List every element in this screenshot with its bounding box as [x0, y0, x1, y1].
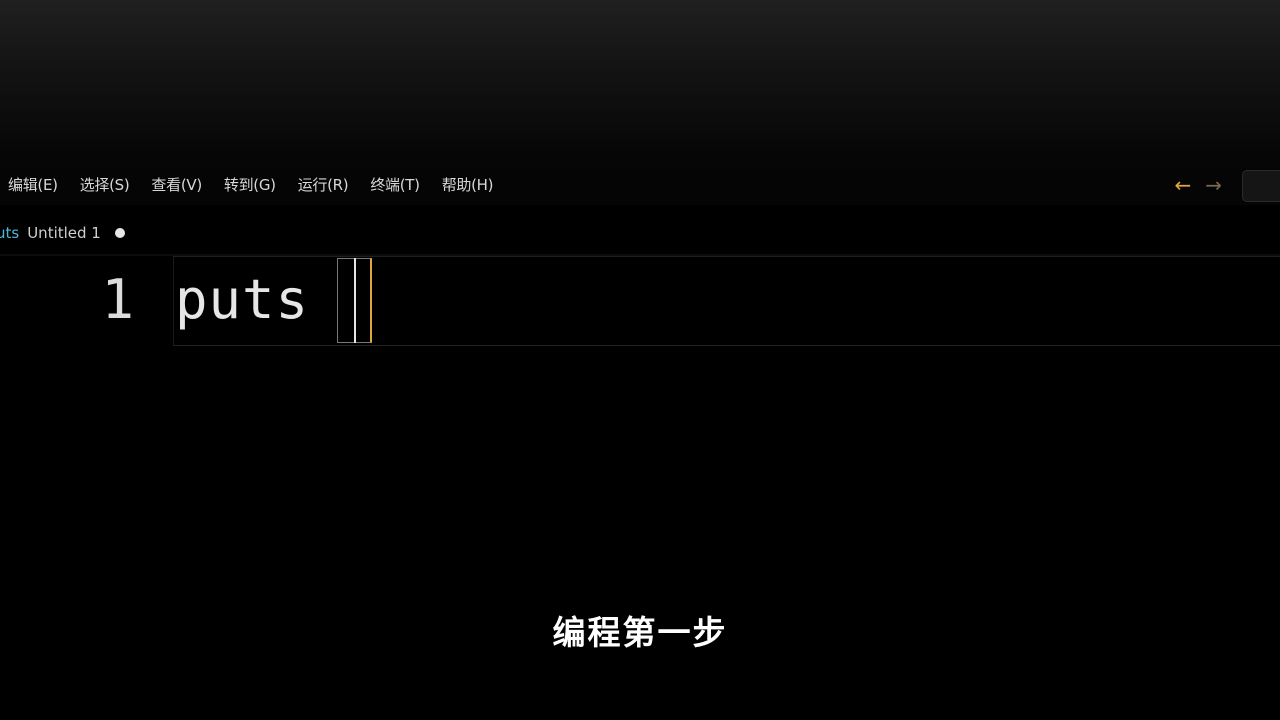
menu-view[interactable]: 查看(V)	[151, 165, 202, 205]
menu-run[interactable]: 运行(R)	[298, 165, 349, 205]
dot-icon[interactable]	[114, 228, 125, 238]
menu-items: 编辑(E) 选择(S) 查看(V) 转到(G) 运行(R) 终端(T) 帮助(H…	[8, 165, 515, 205]
menu-go[interactable]: 转到(G)	[224, 165, 276, 205]
code-line-text[interactable]: puts	[175, 270, 343, 330]
menu-help[interactable]: 帮助(H)	[442, 165, 494, 205]
tab-bar: uts Untitled 1	[0, 212, 1280, 254]
line-number: 1	[101, 268, 134, 331]
menu-bar: 编辑(E) 选择(S) 查看(V) 转到(G) 运行(R) 终端(T) 帮助(H…	[0, 165, 1280, 205]
menu-edit[interactable]: 编辑(E)	[8, 165, 58, 205]
arrow-left-icon[interactable]: ←	[1174, 165, 1191, 205]
navigation-arrows: ← →	[1160, 165, 1222, 205]
text-cursor	[354, 258, 356, 343]
arrow-right-icon[interactable]: →	[1205, 165, 1222, 205]
screen: 编辑(E) 选择(S) 查看(V) 转到(G) 运行(R) 终端(T) 帮助(H…	[0, 0, 1280, 720]
menu-selection[interactable]: 选择(S)	[80, 165, 130, 205]
video-subtitle: 编程第一步	[552, 613, 728, 652]
tab-title: Untitled 1	[27, 224, 101, 242]
menu-terminal[interactable]: 终端(T)	[370, 165, 420, 205]
tab-language-label: uts	[0, 224, 20, 242]
line-gutter: 1	[0, 256, 160, 346]
command-center-box[interactable]	[1242, 170, 1280, 202]
tab-untitled-1[interactable]: uts Untitled 1	[0, 212, 125, 254]
top-fade-background	[0, 0, 1280, 165]
